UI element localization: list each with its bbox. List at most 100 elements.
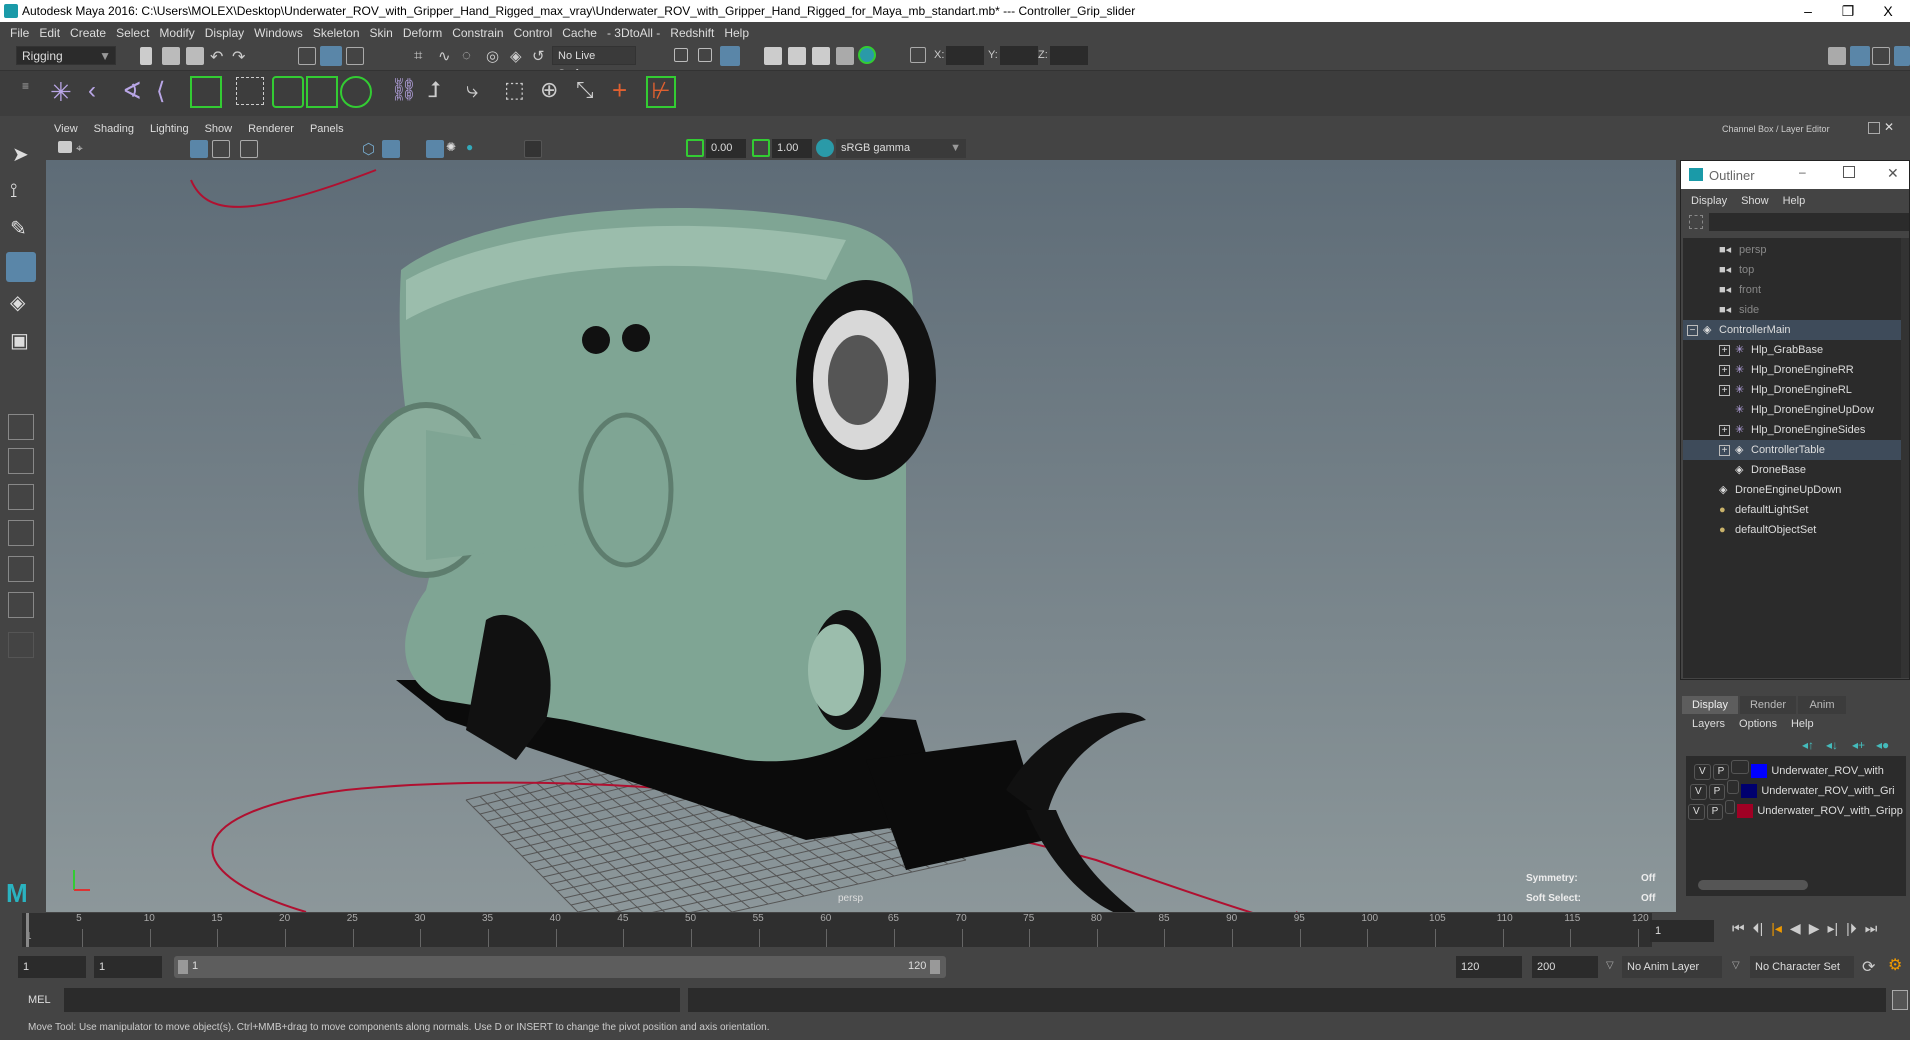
step-back-icon[interactable]: ⏴| (1753, 920, 1764, 937)
menu-windows[interactable]: Windows (252, 22, 311, 44)
camera-select-icon[interactable] (58, 141, 72, 153)
outliner-item[interactable]: ✳ Hlp_DroneEngineUpDow (1683, 400, 1901, 420)
move-layer-up-icon[interactable]: ◂↑ (1802, 738, 1814, 752)
go-to-start-icon[interactable]: ⏮ (1732, 920, 1745, 937)
range-slider[interactable]: 1 120 (174, 956, 946, 978)
gamma-icon[interactable] (752, 139, 770, 157)
persp-outliner-layout-icon[interactable] (8, 484, 34, 510)
new-layer-icon[interactable]: ◂+ (1852, 738, 1865, 752)
lattice-icon[interactable] (306, 76, 338, 108)
camera-attributes-icon[interactable]: ⌖ (76, 141, 94, 159)
playback-end-field[interactable]: 120 (1456, 956, 1522, 978)
animation-end-field[interactable]: 200 (1532, 956, 1598, 978)
snap-grid-icon[interactable]: ⌗ (414, 47, 432, 65)
current-time-indicator[interactable] (26, 913, 29, 947)
outliner-item[interactable]: + ✳ Hlp_DroneEngineRL (1683, 380, 1901, 400)
ik-handle-icon[interactable]: ‹ (88, 77, 96, 105)
ipr-render-icon[interactable] (812, 47, 830, 65)
menu-control[interactable]: Control (512, 22, 561, 44)
snap-curve-icon[interactable]: ∿ (438, 47, 456, 65)
tab-anim[interactable]: Anim (1798, 696, 1846, 714)
hypershade-icon[interactable] (858, 46, 876, 64)
menu-create[interactable]: Create (68, 22, 114, 44)
wireframe-icon[interactable]: ⬡ (362, 140, 380, 158)
new-scene-icon[interactable] (140, 47, 152, 65)
vp-menu-panels[interactable]: Panels (310, 120, 344, 138)
ik-spline-icon[interactable]: ∢ (122, 77, 142, 106)
snap-surface-icon[interactable]: ◈ (510, 47, 528, 65)
grid-toggle-icon[interactable] (190, 140, 208, 158)
time-slider[interactable]: 1 51015202530354045505560657075808590951… (22, 913, 1652, 947)
layer-scrollbar[interactable] (1698, 880, 1808, 890)
xray-icon[interactable] (524, 140, 542, 158)
anim-layer-dropdown[interactable]: No Anim Layer (1622, 956, 1722, 978)
y-field[interactable] (1000, 46, 1038, 65)
resolution-gate-icon[interactable] (240, 140, 258, 158)
outliner-scrollbar[interactable] (1901, 238, 1909, 678)
type-toggle[interactable] (1727, 780, 1740, 794)
step-back-key-icon[interactable]: |◂ (1771, 920, 1782, 937)
four-view-layout-icon[interactable] (8, 448, 34, 474)
outliner-menu-display[interactable]: Display (1691, 195, 1727, 207)
menuset-dropdown[interactable]: Rigging ▼ (16, 46, 116, 65)
outliner-item[interactable]: + ✳ Hlp_GrabBase (1683, 340, 1901, 360)
snap-view-icon[interactable]: ◎ (486, 47, 504, 65)
collapse-icon[interactable]: − (1687, 325, 1698, 336)
go-to-end-icon[interactable]: ⏭ (1865, 920, 1878, 937)
exposure-icon[interactable] (686, 139, 704, 157)
playback-toggle[interactable]: P (1708, 784, 1726, 800)
attribute-editor-icon[interactable] (1850, 46, 1870, 66)
single-perspective-layout-icon[interactable] (8, 414, 34, 440)
animation-start-field[interactable]: 1 (18, 956, 86, 978)
render-sequence-icon[interactable] (788, 47, 806, 65)
bind-skin-icon[interactable] (236, 77, 264, 105)
menu-redshift[interactable]: Redshift (668, 22, 722, 44)
visibility-toggle[interactable]: V (1690, 784, 1707, 800)
aim-constraint-icon[interactable]: ⊕ (540, 77, 558, 103)
expand-icon[interactable]: + (1719, 365, 1730, 376)
character-set-dropdown[interactable]: No Character Set (1750, 956, 1854, 978)
persp-graph-layout-icon[interactable] (8, 520, 34, 546)
menu-file[interactable]: File (8, 22, 37, 44)
shadows-icon[interactable]: ● (466, 140, 484, 158)
lasso-tool-icon[interactable]: ⟟ (10, 180, 17, 203)
pole-vector-icon[interactable]: ⤡ (576, 77, 594, 103)
sculpt-deformer-icon[interactable] (272, 76, 304, 108)
render-settings-icon[interactable] (836, 47, 854, 65)
add-influence-icon[interactable]: + (612, 75, 627, 106)
input-ops-icon[interactable] (674, 48, 688, 62)
animation-preferences-icon[interactable]: ⚙ (1888, 955, 1902, 975)
new-layer-selected-icon[interactable]: ◂● (1876, 738, 1889, 752)
layer-row[interactable]: V P Underwater_ROV_with_Gri (1690, 780, 1895, 800)
textured-icon[interactable] (426, 140, 444, 158)
outliner-item[interactable]: ◈ DroneBase (1683, 460, 1901, 480)
minimize-button[interactable]: – (1788, 0, 1828, 22)
save-scene-icon[interactable] (186, 47, 204, 65)
close-button[interactable]: ✕ (1887, 165, 1899, 182)
close-button[interactable]: X (1868, 0, 1908, 22)
tool-settings-icon[interactable] (1872, 47, 1890, 65)
construction-history-icon[interactable] (720, 46, 740, 66)
move-tool-icon[interactable] (6, 252, 36, 282)
layer-menu-options[interactable]: Options (1739, 718, 1777, 730)
vp-menu-view[interactable]: View (54, 120, 78, 138)
outliner-item[interactable]: ◈ DroneEngineUpDown (1683, 480, 1901, 500)
expand-icon[interactable]: + (1719, 425, 1730, 436)
outliner-item[interactable]: + ✳ Hlp_DroneEngineSides (1683, 420, 1901, 440)
move-layer-down-icon[interactable]: ◂↓ (1826, 738, 1838, 752)
layer-color-swatch[interactable] (1751, 764, 1768, 779)
orient-constraint-icon[interactable]: ⤷ (466, 77, 478, 103)
menu-modify[interactable]: Modify (157, 22, 202, 44)
visibility-toggle[interactable]: V (1694, 764, 1711, 780)
render-current-icon[interactable] (764, 47, 782, 65)
outliner-item[interactable]: ■◂ persp (1683, 240, 1901, 260)
outliner-item[interactable]: ■◂ top (1683, 260, 1901, 280)
3d-viewport[interactable]: persp Symmetry: Off Soft Select: Off (46, 160, 1676, 912)
remove-influence-icon[interactable]: ⊬ (646, 76, 676, 108)
mirror-joint-icon[interactable]: ⟨ (156, 77, 165, 106)
paint-select-icon[interactable]: ✎ (10, 216, 27, 241)
restore-button[interactable]: ❐ (1828, 0, 1868, 22)
select-hierarchy-icon[interactable] (298, 47, 316, 65)
float-panel-icon[interactable] (1868, 122, 1880, 134)
step-forward-icon[interactable]: |⏵ (1846, 920, 1857, 937)
